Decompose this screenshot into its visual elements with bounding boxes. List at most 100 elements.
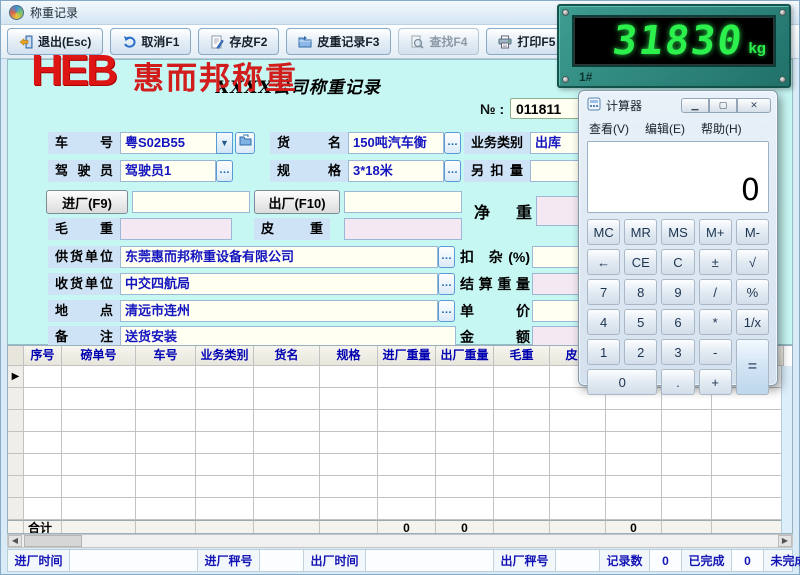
calc-key-±[interactable]: ± bbox=[699, 249, 732, 275]
place-lookup-button[interactable]: … bbox=[438, 300, 455, 322]
calc-key-2[interactable]: 2 bbox=[624, 339, 657, 365]
cargo-input[interactable]: 150吨汽车衡 bbox=[348, 132, 444, 154]
calc-key-1[interactable]: 1 bbox=[587, 339, 620, 365]
horizontal-scrollbar[interactable]: ◀ ▶ bbox=[7, 534, 793, 548]
calc-key-MR[interactable]: MR bbox=[624, 219, 657, 245]
column-header-业务类别[interactable]: 业务类别 bbox=[196, 346, 254, 366]
plate-label: 车 号 bbox=[48, 132, 120, 154]
note-icon bbox=[210, 35, 224, 49]
table-row[interactable] bbox=[8, 410, 792, 432]
save-tare-label: 存皮F2 bbox=[229, 33, 267, 50]
column-header-进厂重量[interactable]: 进厂重量 bbox=[378, 346, 436, 366]
table-row[interactable] bbox=[8, 476, 792, 498]
status-value-5: 0 bbox=[732, 550, 764, 571]
place-label: 地 点 bbox=[48, 300, 120, 322]
receiver-input[interactable]: 中交四航局 bbox=[120, 273, 438, 295]
status-label-1: 进厂秤号 bbox=[198, 550, 260, 571]
screw-icon bbox=[562, 9, 569, 16]
maximize-icon[interactable]: ▢ bbox=[709, 98, 737, 113]
calc-key-C[interactable]: C bbox=[661, 249, 694, 275]
total-出厂重量: 0 bbox=[436, 520, 494, 534]
table-totals-row: 合计000 bbox=[8, 520, 792, 534]
calc-key-3[interactable]: 3 bbox=[661, 339, 694, 365]
screw-icon bbox=[779, 9, 786, 16]
settle-weight-label: 结算重量 bbox=[460, 273, 530, 295]
calculator-window: 计算器 ▁ ▢ ✕ 查看(V)编辑(E)帮助(H) 0 MCMRMSM+M-←C… bbox=[578, 90, 778, 386]
calc-key-4[interactable]: 4 bbox=[587, 309, 620, 335]
spec-lookup-button[interactable]: … bbox=[444, 160, 461, 182]
calc-key-/[interactable]: / bbox=[699, 279, 732, 305]
calc-key-MS[interactable]: MS bbox=[661, 219, 694, 245]
calc-key-*[interactable]: * bbox=[699, 309, 732, 335]
status-value-0 bbox=[70, 550, 198, 571]
receiver-lookup-button[interactable]: … bbox=[438, 273, 455, 295]
table-row[interactable] bbox=[8, 454, 792, 476]
column-header-毛重[interactable]: 毛重 bbox=[494, 346, 550, 366]
calculator-menubar: 查看(V) 编辑(E) 帮助(H) bbox=[579, 118, 777, 138]
cargo-lookup-button[interactable]: … bbox=[444, 132, 461, 154]
calc-key-9[interactable]: 9 bbox=[661, 279, 694, 305]
driver-input[interactable]: 驾驶员1 bbox=[120, 160, 216, 182]
calc-key-6[interactable]: 6 bbox=[661, 309, 694, 335]
calc-key-+[interactable]: + bbox=[699, 369, 732, 395]
minimize-icon[interactable]: ▁ bbox=[681, 98, 709, 113]
print-button[interactable]: 打印F5 bbox=[486, 28, 567, 55]
calc-key-CE[interactable]: CE bbox=[624, 249, 657, 275]
driver-lookup-button[interactable]: … bbox=[216, 160, 233, 182]
scroll-left-icon[interactable]: ◀ bbox=[8, 535, 22, 547]
cargo-label: 货 名 bbox=[270, 132, 348, 154]
column-header-车号[interactable]: 车号 bbox=[136, 346, 196, 366]
calc-key-←[interactable]: ← bbox=[587, 249, 620, 275]
calc-menu-item-2[interactable]: 帮助(H) bbox=[701, 120, 742, 137]
table-row[interactable] bbox=[8, 432, 792, 454]
entry-f9-button[interactable]: 进厂(F9) bbox=[46, 190, 128, 214]
calc-menu-item-0[interactable]: 查看(V) bbox=[589, 120, 629, 137]
plate-combo[interactable]: 粤S02B55 bbox=[120, 132, 217, 154]
plate-dropdown-arrow-icon[interactable]: ▼ bbox=[216, 132, 233, 154]
tare-records-button[interactable]: 皮重记录F3 bbox=[286, 28, 391, 55]
supplier-input[interactable]: 东莞惠而邦称重设备有限公司 bbox=[120, 246, 438, 268]
calc-key-=[interactable]: = bbox=[736, 339, 769, 395]
cancel-button[interactable]: 取消F1 bbox=[110, 28, 191, 55]
calc-key-MC[interactable]: MC bbox=[587, 219, 620, 245]
column-header-磅单号[interactable]: 磅单号 bbox=[62, 346, 136, 366]
calc-key-M+[interactable]: M+ bbox=[699, 219, 732, 245]
gross-weight-label: 毛 重 bbox=[48, 218, 120, 240]
close-icon[interactable]: ✕ bbox=[737, 98, 771, 113]
calc-key-M-[interactable]: M- bbox=[736, 219, 769, 245]
column-header-序号[interactable]: 序号 bbox=[24, 346, 62, 366]
place-input[interactable]: 清远市连州 bbox=[120, 300, 438, 322]
exit-f10-button[interactable]: 出厂(F10) bbox=[254, 190, 340, 214]
scrollbar-thumb[interactable] bbox=[24, 535, 82, 547]
calc-key-1/x[interactable]: 1/x bbox=[736, 309, 769, 335]
spec-input[interactable]: 3*18米 bbox=[348, 160, 444, 182]
calc-key-√[interactable]: √ bbox=[736, 249, 769, 275]
status-label-5: 已完成 bbox=[682, 550, 732, 571]
screw-icon bbox=[779, 76, 786, 83]
company-logo-abbr: HEB bbox=[31, 46, 115, 96]
column-header-出厂重量[interactable]: 出厂重量 bbox=[436, 346, 494, 366]
company-logo-name: 惠而邦称重 bbox=[133, 53, 298, 98]
save-tare-button[interactable]: 存皮F2 bbox=[198, 28, 279, 55]
scroll-right-icon[interactable]: ▶ bbox=[778, 535, 792, 547]
vertical-scrollbar[interactable] bbox=[781, 366, 792, 533]
calc-key--[interactable]: - bbox=[699, 339, 732, 365]
column-header-规格[interactable]: 规格 bbox=[320, 346, 378, 366]
calc-menu-item-1[interactable]: 编辑(E) bbox=[645, 120, 685, 137]
entry-time-field[interactable] bbox=[132, 191, 250, 213]
calc-key-%[interactable]: % bbox=[736, 279, 769, 305]
calc-key-5[interactable]: 5 bbox=[624, 309, 657, 335]
calc-key-0[interactable]: 0 bbox=[587, 369, 657, 395]
exit-time-field[interactable] bbox=[344, 191, 462, 213]
total-净重: 0 bbox=[606, 520, 662, 534]
find-button[interactable]: 查找F4 bbox=[398, 28, 479, 55]
copy-plate-button[interactable] bbox=[235, 132, 255, 154]
status-value-3 bbox=[556, 550, 600, 571]
folder-icon bbox=[298, 35, 312, 49]
calc-key-.[interactable]: . bbox=[661, 369, 694, 395]
column-header-货名[interactable]: 货名 bbox=[254, 346, 320, 366]
table-row[interactable] bbox=[8, 498, 792, 520]
supplier-lookup-button[interactable]: … bbox=[438, 246, 455, 268]
calc-key-7[interactable]: 7 bbox=[587, 279, 620, 305]
calc-key-8[interactable]: 8 bbox=[624, 279, 657, 305]
